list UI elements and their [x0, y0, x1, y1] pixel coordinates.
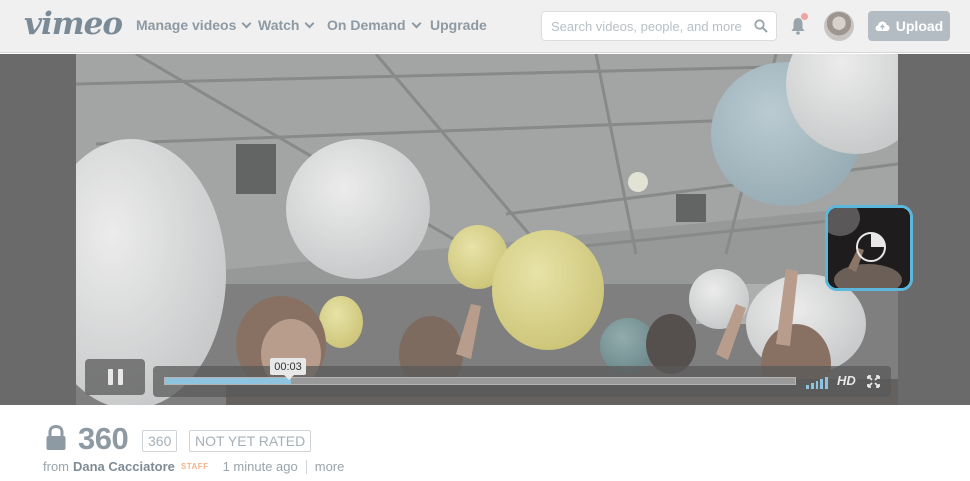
volume-icon[interactable] [806, 375, 828, 389]
rating-badge[interactable]: NOT YET RATED [189, 430, 312, 452]
upload-button[interactable]: Upload [868, 11, 950, 41]
nav-upgrade[interactable]: Upgrade [430, 17, 487, 33]
fullscreen-icon[interactable] [867, 375, 880, 388]
upload-button-label: Upload [895, 18, 944, 34]
nav-watch[interactable]: Watch [258, 17, 315, 33]
nav-manage-videos[interactable]: Manage videos [136, 17, 252, 33]
360-badge: 360 [142, 430, 178, 452]
more-link[interactable]: more [315, 459, 345, 474]
vimeo-logo[interactable]: vimeo [24, 6, 123, 42]
search-input[interactable] [542, 12, 742, 40]
top-nav: vimeo Manage videos Watch On Demand Upgr… [0, 0, 970, 53]
nav-upgrade-label: Upgrade [430, 17, 487, 33]
video-dim-overlay [76, 54, 898, 405]
chevron-down-icon [411, 18, 422, 28]
video-info: 360 360 NOT YET RATED from Dana Cacciato… [0, 405, 970, 481]
current-time-tooltip: 00:03 [270, 358, 306, 380]
user-avatar[interactable] [824, 11, 854, 41]
chevron-down-icon [241, 18, 252, 28]
search-box [541, 11, 777, 41]
search-icon[interactable] [754, 19, 768, 33]
nav-manage-videos-label: Manage videos [136, 17, 237, 33]
upload-time: 1 minute ago [222, 459, 298, 474]
video-frame[interactable] [76, 54, 898, 405]
pause-button[interactable] [85, 359, 145, 395]
meta-divider [305, 459, 307, 474]
chevron-down-icon [305, 18, 315, 28]
cloud-upload-icon [875, 21, 890, 31]
staff-badge: STAFF [180, 462, 209, 471]
video-meta: from Dana Cacciatore STAFF 1 minute ago … [43, 459, 344, 474]
360-compass-widget[interactable] [825, 205, 913, 291]
vimeo-video-page: vimeo Manage videos Watch On Demand Upgr… [0, 0, 970, 481]
author-link[interactable]: Dana Cacciatore [73, 459, 175, 474]
nav-on-demand[interactable]: On Demand [327, 17, 422, 33]
from-label: from [43, 459, 69, 474]
player-controls-bar: HD [153, 366, 891, 397]
hd-toggle[interactable]: HD [837, 373, 856, 388]
pause-icon [107, 369, 113, 385]
lock-icon [46, 425, 66, 450]
360-view-direction-icon [856, 232, 886, 262]
progress-track[interactable] [164, 377, 796, 385]
pause-icon [117, 369, 123, 385]
notification-dot [801, 13, 808, 20]
progress-played [165, 378, 291, 384]
nav-watch-label: Watch [258, 17, 300, 33]
video-title: 360 [78, 421, 129, 456]
nav-on-demand-label: On Demand [327, 17, 406, 33]
